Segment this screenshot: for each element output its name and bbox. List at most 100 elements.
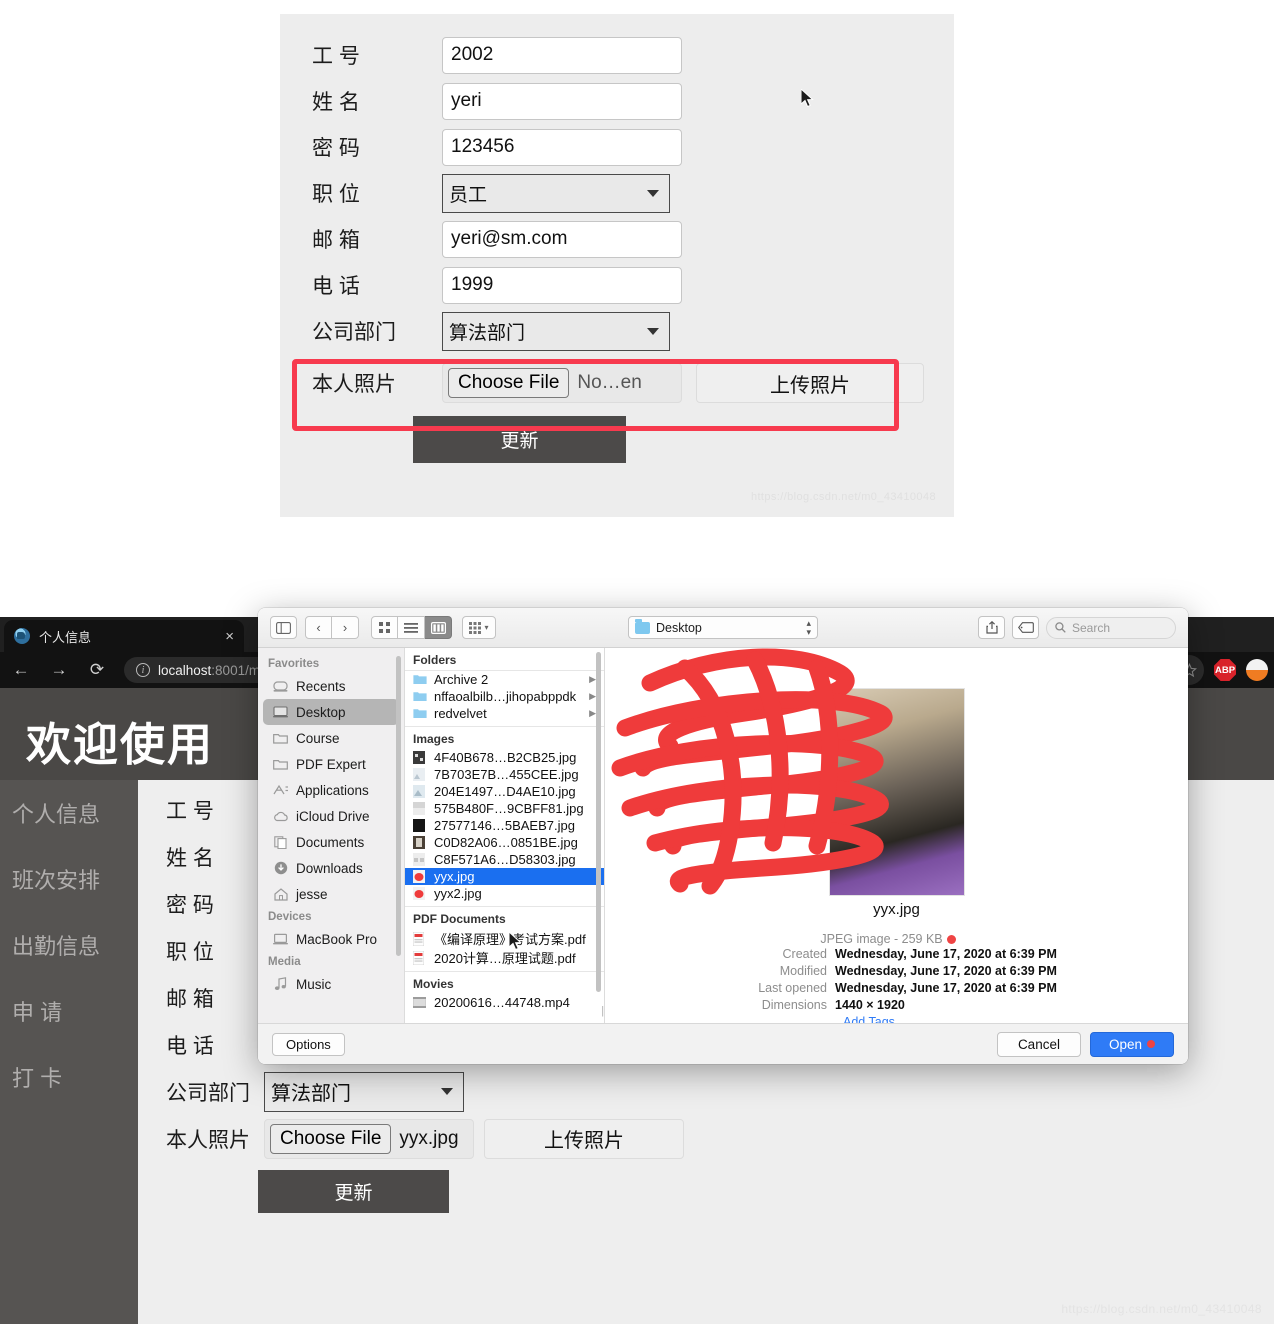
toggle-sidebar-icon[interactable]: [270, 616, 297, 639]
list-item-label: 27577146…5BAEB7.jpg: [434, 818, 575, 833]
preview-meta-value: Wednesday, June 17, 2020 at 6:39 PM: [835, 947, 1057, 961]
finder-sidebar-item-music[interactable]: Music: [258, 971, 404, 997]
top-form-row: 邮 箱 yeri@sm.com: [312, 216, 954, 262]
top-file-input[interactable]: Choose File No…en: [442, 363, 682, 403]
finder-sidebar-item-pdf-expert[interactable]: PDF Expert: [258, 751, 404, 777]
preview-meta-key: Created: [782, 947, 827, 961]
globe-icon: [14, 628, 30, 644]
close-icon[interactable]: ×: [219, 629, 234, 644]
choose-file-button[interactable]: Choose File: [270, 1123, 392, 1154]
finder-sidebar-item-icloud-drive[interactable]: iCloud Drive: [258, 803, 404, 829]
reload-icon[interactable]: ⟳: [80, 655, 114, 685]
top-input-email[interactable]: yeri@sm.com: [442, 220, 682, 258]
sidebar-item-application[interactable]: 申 请: [0, 978, 138, 1044]
finder-sidebar-item-documents[interactable]: Documents: [258, 829, 404, 855]
search-input[interactable]: Search: [1046, 616, 1176, 639]
movie-file-icon: [412, 996, 427, 1009]
cancel-button[interactable]: Cancel: [996, 1031, 1081, 1057]
sidebar-item-personal-info[interactable]: 个人信息: [0, 780, 138, 846]
finder-sidebar-item-desktop[interactable]: Desktop: [263, 699, 399, 725]
share-glyph: [985, 621, 998, 634]
info-icon[interactable]: i: [136, 663, 150, 677]
back-icon[interactable]: ←: [4, 655, 38, 685]
finder-sidebar-item-label: MacBook Pro: [296, 931, 378, 947]
list-item[interactable]: nffaoalbilb…jihopabppdk ▶: [405, 688, 604, 705]
options-button[interactable]: Options: [272, 1032, 345, 1056]
top-input-employee-id[interactable]: 2002: [442, 36, 682, 74]
sidebar-item-attendance[interactable]: 出勤信息: [0, 912, 138, 978]
top-label-email: 邮 箱: [312, 229, 360, 252]
chevron-down-icon: ▾: [484, 623, 489, 632]
finder-sidebar-scrollbar[interactable]: [396, 656, 401, 976]
top-input-password[interactable]: 123456: [442, 128, 682, 166]
open-button[interactable]: Open: [1089, 1031, 1174, 1057]
list-item-label: 7B703E7B…455CEE.jpg: [434, 767, 579, 782]
list-item[interactable]: 204E1497…D4AE10.jpg: [405, 783, 604, 800]
path-popup-button[interactable]: Desktop ▴ ▾: [628, 616, 818, 639]
top-input-name[interactable]: yeri: [442, 82, 682, 120]
adblock-plus-icon[interactable]: ABP: [1214, 659, 1236, 681]
top-choose-file-button[interactable]: Choose File: [448, 368, 570, 398]
form-file-input[interactable]: Choose File yyx.jpg: [264, 1118, 474, 1159]
red-tag-dot: [947, 935, 956, 944]
finder-back-icon[interactable]: ‹: [305, 616, 332, 639]
list-item[interactable]: 20200616…44748.mp4: [405, 994, 604, 1011]
finder-sidebar-item-macbook-pro[interactable]: MacBook Pro: [258, 926, 404, 952]
group-by-icon[interactable]: ▾: [462, 616, 496, 639]
image-file-icon: [413, 887, 427, 900]
finder-sidebar-item-jesse[interactable]: jesse: [258, 881, 404, 907]
scrollbar-thumb[interactable]: [396, 656, 401, 956]
list-item-selected[interactable]: yyx.jpg: [405, 868, 604, 885]
view-mode-segment: [371, 616, 452, 639]
icon-view-icon[interactable]: [371, 616, 398, 639]
list-item[interactable]: Archive 2 ▶: [405, 671, 604, 688]
form-row-department: 公司部门 算法部门: [166, 1068, 1274, 1115]
file-group-images: Images: [413, 732, 455, 746]
sidebar-item-shift-schedule[interactable]: 班次安排: [0, 846, 138, 912]
list-item[interactable]: yyx2.jpg: [405, 885, 604, 902]
tag-icon[interactable]: [1012, 616, 1039, 639]
list-item[interactable]: 4F40B678…B2CB25.jpg: [405, 749, 604, 766]
browser-tab[interactable]: 个人信息 ×: [4, 620, 244, 652]
finder-sidebar-item-course[interactable]: Course: [258, 725, 404, 751]
share-icon[interactable]: [978, 616, 1005, 639]
list-view-icon[interactable]: [398, 616, 425, 639]
top-label-employee-id: 工 号: [312, 45, 360, 68]
chevron-right-icon: ▶: [589, 691, 596, 701]
browser-toolbar-right: ABP: [1174, 655, 1268, 685]
chevron-down-icon: [647, 327, 659, 335]
finder-sidebar-item-label: Downloads: [296, 860, 363, 876]
top-submit-button[interactable]: 更新: [413, 416, 626, 463]
list-item[interactable]: 2020计算…原理试题.pdf: [405, 948, 604, 967]
top-input-phone[interactable]: 1999: [442, 266, 682, 304]
upload-photo-button[interactable]: 上传照片: [484, 1118, 684, 1159]
folder-icon: [635, 618, 650, 634]
finder-list-scrollbar[interactable]: [596, 652, 601, 1012]
finder-sidebar-item-applications[interactable]: Applications: [258, 777, 404, 803]
top-form-row: 姓 名 yeri: [312, 78, 954, 124]
preview-meta-value: Wednesday, June 17, 2020 at 6:39 PM: [835, 981, 1057, 995]
top-photo-controls: Choose File No…en 上传照片: [442, 363, 924, 403]
search-icon: [1055, 622, 1066, 633]
list-item[interactable]: C8F571A6…D58303.jpg: [405, 851, 604, 868]
list-item[interactable]: 27577146…5BAEB7.jpg: [405, 817, 604, 834]
list-item[interactable]: redvelvet ▶: [405, 705, 604, 722]
form-select-department[interactable]: 算法部门: [264, 1071, 464, 1112]
list-item-label: C0D82A06…0851BE.jpg: [434, 835, 578, 850]
list-item[interactable]: 7B703E7B…455CEE.jpg: [405, 766, 604, 783]
forward-icon[interactable]: →: [42, 655, 76, 685]
sidebar-item-clock-in[interactable]: 打 卡: [0, 1044, 138, 1110]
finder-sidebar-item-downloads[interactable]: Downloads: [258, 855, 404, 881]
top-select-department[interactable]: 算法部门: [442, 311, 670, 351]
avatar[interactable]: [1246, 659, 1268, 681]
list-item[interactable]: C0D82A06…0851BE.jpg: [405, 834, 604, 851]
list-item[interactable]: 575B480F…9CBFF81.jpg: [405, 800, 604, 817]
finder-sidebar-item-recents[interactable]: Recents: [258, 673, 404, 699]
top-select-position[interactable]: 员工: [442, 173, 670, 213]
finder-forward-icon[interactable]: ›: [332, 616, 359, 639]
top-upload-photo-button[interactable]: 上传照片: [696, 363, 924, 403]
image-file-icon: [413, 836, 427, 849]
column-view-icon[interactable]: [425, 616, 452, 639]
update-button[interactable]: 更新: [258, 1170, 449, 1213]
top-file-name: No…en: [577, 372, 642, 393]
